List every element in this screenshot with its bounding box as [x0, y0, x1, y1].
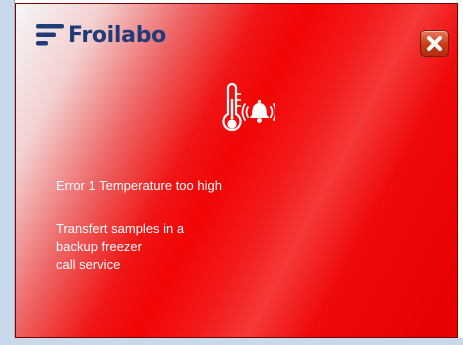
bottom-strip: [0, 338, 463, 345]
brand-name: Froilabo: [68, 22, 166, 48]
alarm-dialog: Froilabo Error 1 Temperature too high Tr…: [15, 3, 458, 338]
brand-logo: Froilabo: [36, 22, 166, 48]
instruction-line: Transfert samples in a: [56, 221, 185, 236]
error-message: Error 1 Temperature too high: [56, 178, 222, 193]
instructions: Transfert samples in a backup freezer ca…: [56, 220, 184, 274]
close-icon: [427, 36, 442, 51]
instruction-line: backup freezer: [56, 239, 142, 254]
close-button[interactable]: [420, 30, 449, 57]
froilabo-logo-icon: [36, 24, 64, 46]
side-panel: [0, 0, 15, 345]
instruction-line: call service: [56, 257, 121, 272]
thermometer-bell-alarm-icon: [222, 82, 275, 132]
